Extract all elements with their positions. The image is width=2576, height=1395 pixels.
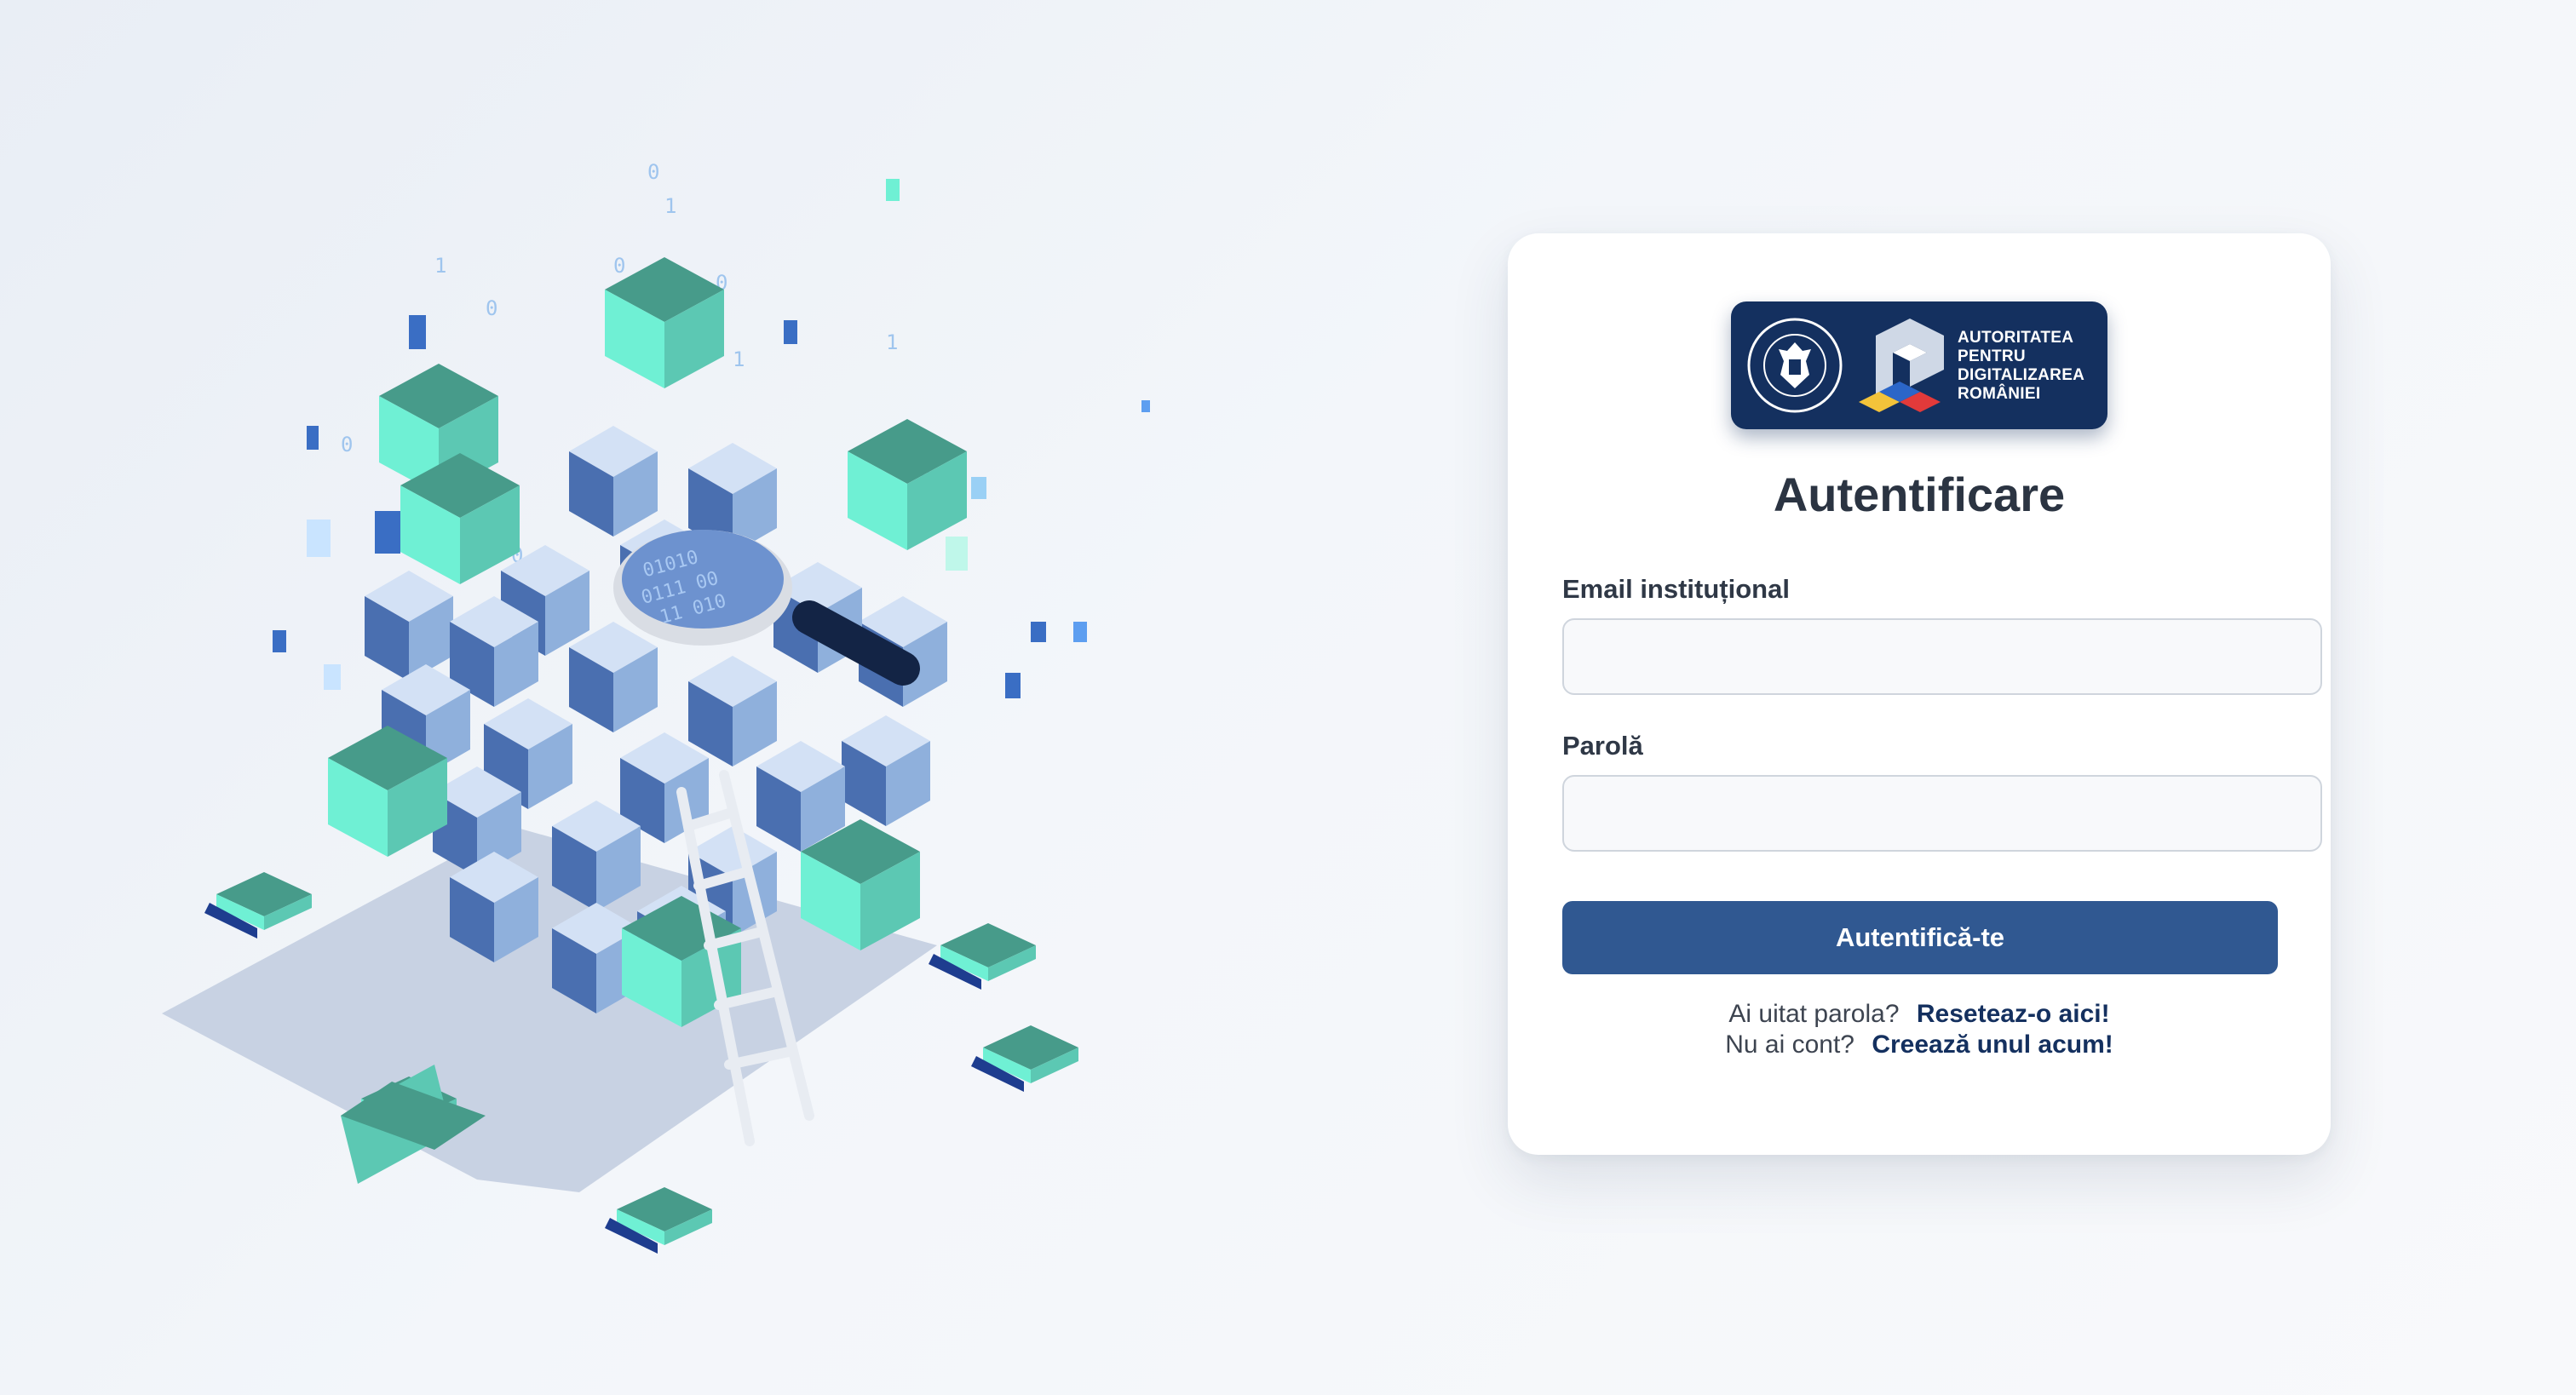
- svg-text:0: 0: [613, 254, 625, 278]
- svg-text:1: 1: [664, 194, 676, 218]
- login-button[interactable]: Autentifică-te: [1562, 901, 2278, 974]
- svg-text:1: 1: [434, 254, 446, 278]
- svg-text:0: 0: [486, 296, 497, 320]
- svg-text:1: 1: [733, 347, 745, 371]
- forgot-password-line: Ai uitat parola? Reseteaz-o aici!: [1508, 1000, 2331, 1029]
- svg-text:0: 0: [647, 160, 659, 184]
- svg-text:1: 1: [886, 330, 898, 354]
- svg-text:0: 0: [341, 433, 353, 456]
- password-field[interactable]: [1562, 775, 2322, 852]
- signup-line: Nu ai cont? Creează unul acum!: [1508, 1030, 2331, 1059]
- email-label: Email instituțional: [1562, 574, 1790, 604]
- government-emblem-icon: [1747, 318, 1843, 413]
- signup-text: Nu ai cont?: [1725, 1030, 1854, 1059]
- adr-logo-text: AUTORITATEA PENTRU DIGITALIZAREA ROMÂNIE…: [1958, 329, 2085, 403]
- password-label: Parolă: [1562, 731, 1643, 761]
- reset-password-link[interactable]: Reseteaz-o aici!: [1917, 1000, 2110, 1028]
- page-title: Autentificare: [1773, 468, 2066, 521]
- adr-logo-icon: [1859, 319, 1944, 412]
- hero-illustration: 011 000 010 01: [162, 160, 1150, 1254]
- login-card: AUTORITATEA PENTRU DIGITALIZAREA ROMÂNIE…: [1508, 233, 2331, 1155]
- create-account-link[interactable]: Creează unul acum!: [1872, 1030, 2113, 1059]
- adr-logo: AUTORITATEA PENTRU DIGITALIZAREA ROMÂNIE…: [1731, 301, 2107, 429]
- email-field[interactable]: [1562, 618, 2322, 695]
- forgot-password-text: Ai uitat parola?: [1728, 1000, 1900, 1028]
